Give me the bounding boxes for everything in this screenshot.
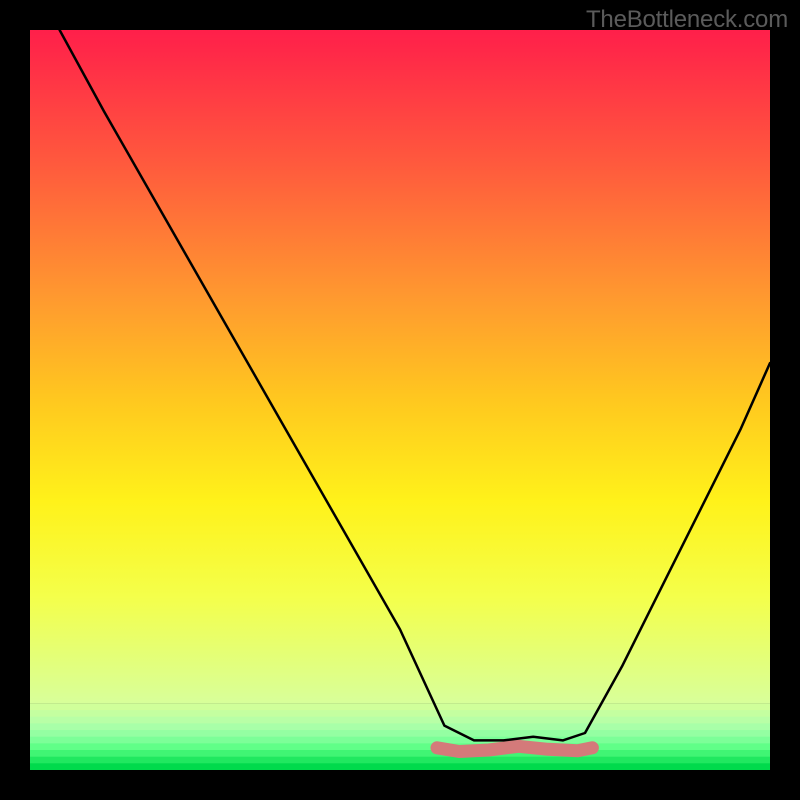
plot-area [30,30,770,770]
chart-container: TheBottleneck.com [0,0,800,800]
chart-curve-layer [30,30,770,770]
plateau-marker [437,746,592,751]
bottleneck-curve [60,30,770,740]
watermark-text: TheBottleneck.com [586,6,788,34]
